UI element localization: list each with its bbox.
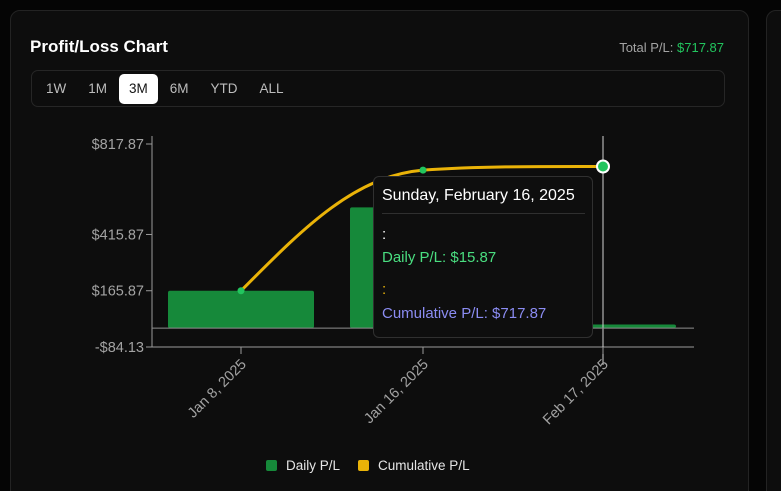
chart-tooltip: Sunday, February 16, 2025 : Daily P/L: $… bbox=[373, 176, 593, 338]
x-tick-label: Jan 8, 2025 bbox=[185, 357, 250, 422]
daily-pl-bar bbox=[168, 290, 314, 329]
legend-swatch-cumulative bbox=[358, 460, 370, 471]
legend-item-daily[interactable]: Daily P/L bbox=[266, 458, 340, 473]
y-tick-label: $415.87 bbox=[92, 227, 144, 243]
y-tick-label: -$84.13 bbox=[95, 340, 144, 356]
y-tick-label: $817.87 bbox=[92, 137, 144, 153]
cumulative-point bbox=[419, 166, 427, 174]
tooltip-colon: : bbox=[382, 226, 387, 243]
tooltip-divider bbox=[382, 213, 585, 214]
tooltip-daily-pl: Daily P/L: $15.87 bbox=[382, 249, 497, 266]
tooltip-cumulative-pl: Cumulative P/L: $717.87 bbox=[382, 305, 547, 322]
y-tick-label: $165.87 bbox=[92, 284, 144, 300]
legend-label-daily: Daily P/L bbox=[286, 458, 341, 473]
legend-label-cumulative: Cumulative P/L bbox=[378, 458, 470, 473]
tooltip-date: Sunday, February 16, 2025 bbox=[382, 187, 575, 204]
active-cumulative-point bbox=[596, 159, 610, 174]
cumulative-point bbox=[237, 287, 245, 295]
tooltip-colon: : bbox=[382, 281, 387, 298]
legend-swatch-daily bbox=[266, 460, 277, 471]
x-tick-label: Jan 16, 2025 bbox=[361, 357, 432, 428]
x-tick-label: Feb 17, 2025 bbox=[540, 357, 612, 429]
chart-legend: Daily P/L Cumulative P/L bbox=[266, 458, 488, 473]
legend-item-cumulative[interactable]: Cumulative P/L bbox=[358, 458, 470, 473]
